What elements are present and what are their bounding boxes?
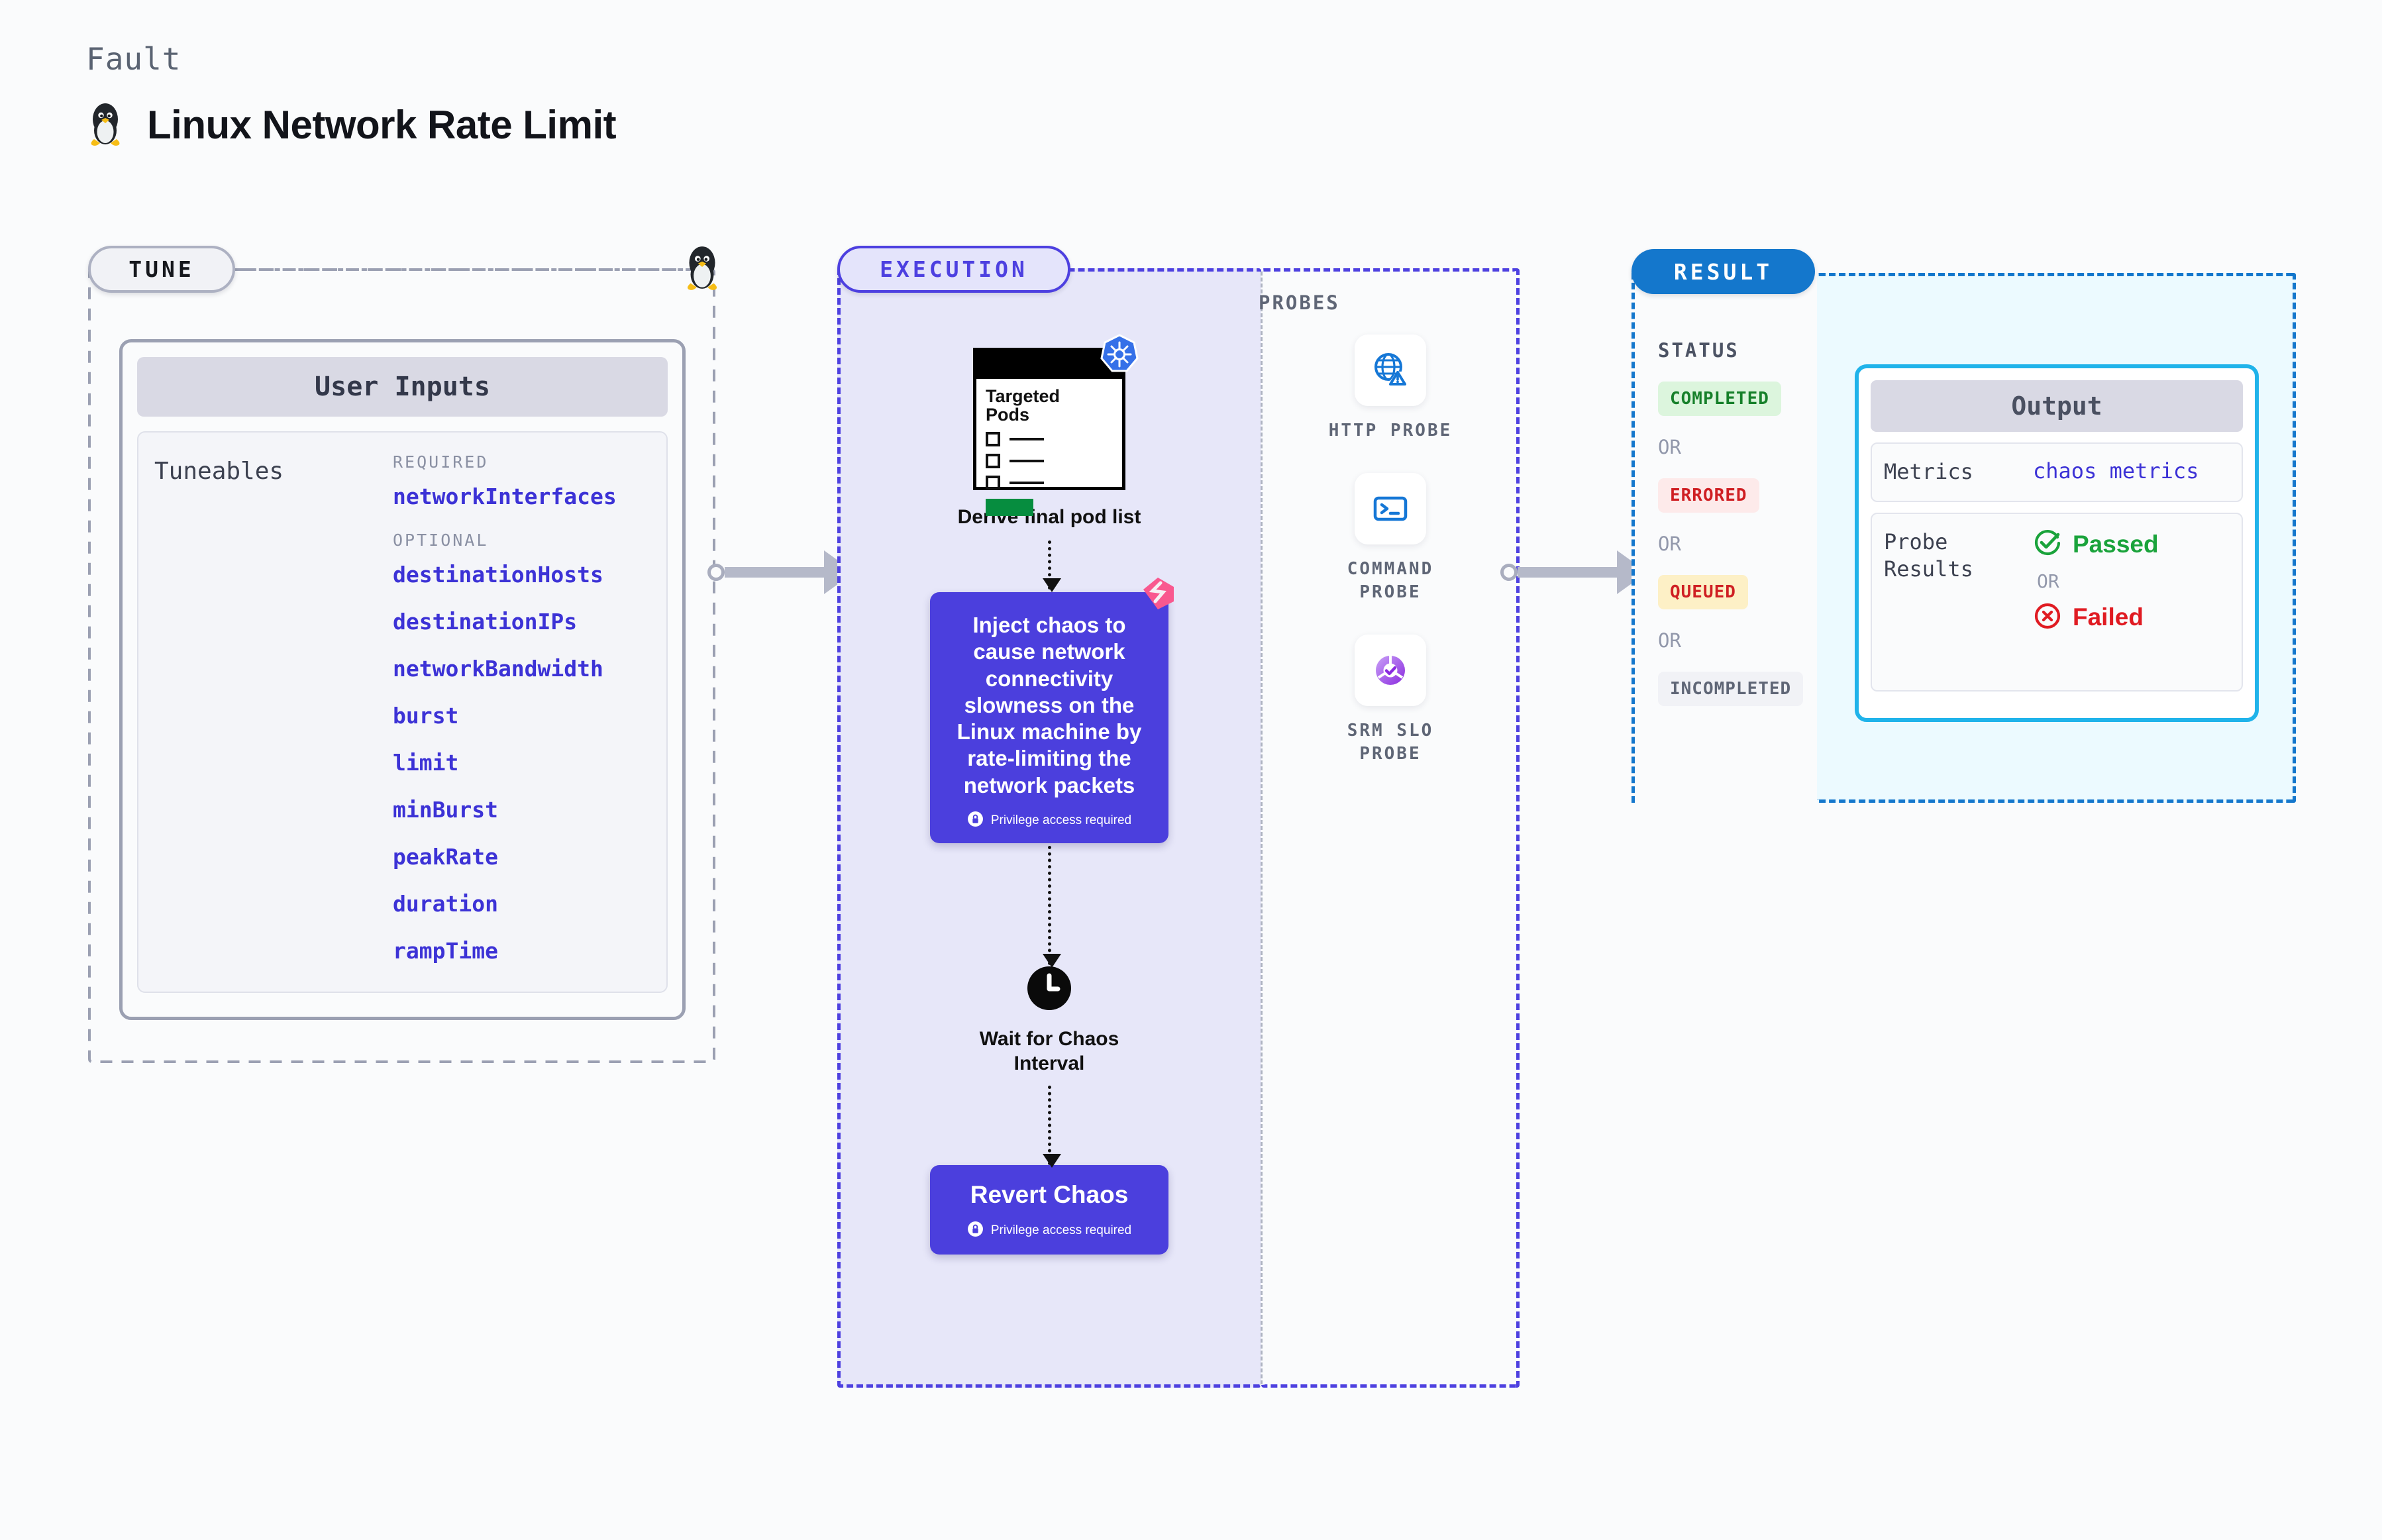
privilege-note-text: Privilege access required <box>990 813 1132 828</box>
status-badge: ERRORED <box>1658 478 1759 513</box>
wait-interval-label: Wait for Chaos Interval <box>980 1027 1119 1076</box>
metrics-row: Metrics chaos metrics <box>1871 442 2243 502</box>
tuneable-item[interactable]: duration <box>393 891 656 917</box>
tuneable-item[interactable]: networkInterfaces <box>393 484 656 509</box>
required-group-label: REQUIRED <box>393 452 489 472</box>
wait-interval-step: Wait for Chaos Interval <box>980 965 1119 1076</box>
probe-result-failed: Failed <box>2033 601 2159 634</box>
user-inputs-card: User Inputs Tuneables REQUIRED networkIn… <box>119 339 686 1020</box>
status-badge: COMPLETED <box>1658 382 1781 416</box>
optional-group-label: OPTIONAL <box>393 531 489 550</box>
status-badge: QUEUED <box>1658 575 1748 609</box>
placeholder-line <box>1010 481 1044 484</box>
revert-chaos-title: Revert Chaos <box>970 1180 1129 1208</box>
litmuschaos-icon <box>1141 575 1178 615</box>
flow-arrow <box>1042 1085 1061 1168</box>
title-row: Linux Network Rate Limit <box>86 101 617 148</box>
connector-start-dot <box>1500 564 1518 581</box>
tuneable-item[interactable]: rampTime <box>393 938 656 964</box>
passed-label: Passed <box>2073 531 2159 558</box>
tune-leader-line <box>235 268 699 271</box>
probe-label: SRM SLO PROBE <box>1347 721 1434 764</box>
status-title: STATUS <box>1658 339 1739 362</box>
status-badge: INCOMPLETED <box>1658 672 1804 706</box>
privilege-note: Privilege access required <box>943 1221 1155 1241</box>
wait-label-line2: Interval <box>1013 1052 1085 1075</box>
probe-label: COMMAND PROBE <box>1347 559 1434 603</box>
execution-flow: Targeted Pods Derive final pod list Inje… <box>837 268 1261 1255</box>
wait-label-line1: Wait for Chaos <box>979 1027 1119 1050</box>
tuneable-item[interactable]: limit <box>393 750 656 776</box>
globe-warning-icon <box>1354 334 1426 406</box>
kubernetes-icon <box>1099 333 1140 378</box>
flow-arrow <box>1042 845 1061 968</box>
connector-line <box>725 567 824 578</box>
probe-result-passed: Passed <box>2033 529 2159 561</box>
pod-card-title-line2: Pods <box>986 405 1030 425</box>
checkbox-icon <box>986 475 1000 490</box>
tuneable-item[interactable]: networkBandwidth <box>393 656 656 682</box>
probe-results-key: Probe Results <box>1884 529 1973 582</box>
x-circle-icon <box>2033 601 2062 634</box>
connector-start-dot <box>707 564 725 581</box>
or-label: OR <box>1658 629 1681 652</box>
or-label: OR <box>2037 570 2059 592</box>
tuneable-item[interactable]: destinationHosts <box>393 562 656 588</box>
status-column: STATUS COMPLETED OR ERRORED OR QUEUED OR… <box>1631 273 1820 706</box>
probe-label: HTTP PROBE <box>1328 421 1453 440</box>
probe-srm-slo[interactable]: SRM SLO PROBE <box>1347 635 1434 766</box>
metrics-key: Metrics <box>1884 459 1973 484</box>
terminal-icon <box>1354 473 1426 545</box>
probe-results-row: Probe Results Passed OR Failed <box>1871 512 2243 692</box>
probe-command[interactable]: COMMAND PROBE <box>1347 473 1434 604</box>
tuneable-item[interactable]: destinationIPs <box>393 609 656 635</box>
lock-icon <box>967 811 984 831</box>
placeholder-line <box>1010 459 1044 462</box>
probe-results-values: Passed OR Failed <box>2033 529 2159 676</box>
failed-label: Failed <box>2073 603 2144 631</box>
tuneable-item[interactable]: minBurst <box>393 797 656 823</box>
page-header: Fault Linux Network Rate Limit <box>86 41 617 148</box>
inject-chaos-text: Inject chaos to cause network connectivi… <box>957 613 1142 797</box>
tux-penguin-icon <box>682 244 722 293</box>
lock-icon <box>967 1221 984 1241</box>
flow-arrow <box>1042 540 1061 592</box>
progress-bar <box>986 498 1033 516</box>
section-pill-execution[interactable]: EXECUTION <box>837 246 1070 293</box>
user-inputs-header: User Inputs <box>137 357 668 417</box>
fault-kind-label: Fault <box>86 41 181 77</box>
tux-penguin-icon <box>86 101 125 148</box>
tuneable-item[interactable]: peakRate <box>393 844 656 870</box>
privilege-note: Privilege access required <box>947 811 1151 831</box>
checkbox-icon <box>986 453 1000 468</box>
revert-chaos-step: Revert Chaos Privilege access required <box>930 1164 1168 1255</box>
tuneable-item[interactable]: burst <box>393 703 656 729</box>
inject-chaos-step: Inject chaos to cause network connectivi… <box>930 578 1174 843</box>
tuneables-label: Tuneables <box>154 458 284 485</box>
checkbox-icon <box>986 431 1000 446</box>
tuneables-list: REQUIRED networkInterfaces OPTIONAL dest… <box>393 452 656 992</box>
output-header: Output <box>1871 380 2243 432</box>
probes-list: HTTP PROBE COMMAND PROBE SRM SLO PROBE <box>1261 268 1520 796</box>
targeted-pods-card: Targeted Pods <box>973 334 1139 516</box>
or-label: OR <box>1658 436 1681 458</box>
section-pill-tune[interactable]: TUNE <box>88 246 235 293</box>
clock-icon <box>1026 965 1072 1015</box>
connector-line <box>1518 567 1617 578</box>
tuneables-panel: Tuneables REQUIRED networkInterfaces OPT… <box>137 431 668 993</box>
placeholder-line <box>1010 437 1044 440</box>
probe-http[interactable]: HTTP PROBE <box>1329 334 1453 442</box>
page-title: Linux Network Rate Limit <box>147 102 617 147</box>
pod-list-row <box>986 453 1113 468</box>
slo-donut-check-icon <box>1354 635 1426 707</box>
output-card: Output Metrics chaos metrics Probe Resul… <box>1855 364 2259 722</box>
pod-list-row <box>986 475 1113 490</box>
pod-list-row <box>986 431 1113 446</box>
section-pill-result[interactable]: RESULT <box>1631 249 1815 294</box>
metrics-value-link[interactable]: chaos metrics <box>2033 458 2199 486</box>
or-label: OR <box>1658 533 1681 555</box>
privilege-note-text: Privilege access required <box>990 1223 1132 1238</box>
pod-card-title-line1: Targeted <box>986 386 1061 406</box>
check-circle-icon <box>2033 529 2062 561</box>
